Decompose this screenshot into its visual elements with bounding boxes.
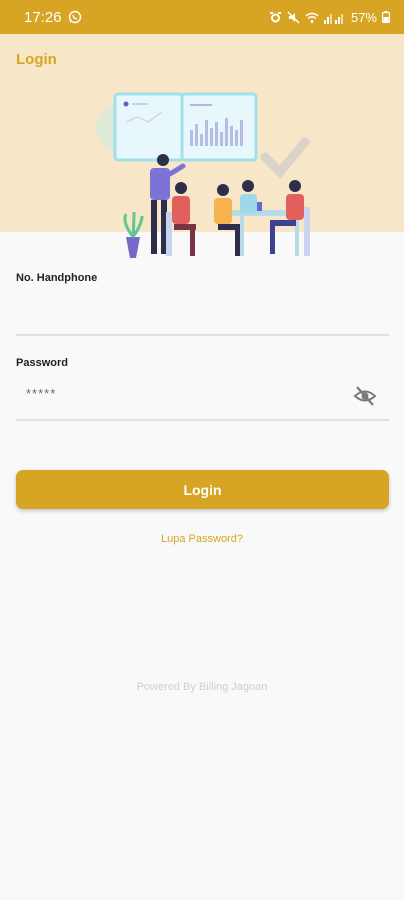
status-bar: 17:26 57% — [0, 0, 404, 34]
mute-icon — [287, 10, 300, 24]
forgot-password-link[interactable]: Lupa Password? — [0, 533, 404, 545]
password-underline — [16, 419, 389, 421]
login-button[interactable]: Login — [16, 470, 389, 509]
battery-icon — [382, 11, 390, 23]
whatsapp-icon — [68, 10, 82, 24]
alarm-icon — [269, 11, 282, 24]
status-right: 57% — [269, 10, 390, 25]
eye-off-icon[interactable] — [353, 385, 377, 412]
battery-percent: 57% — [350, 9, 377, 25]
wifi-icon — [305, 11, 319, 24]
status-left: 17:26 — [24, 9, 82, 26]
phone-input[interactable] — [16, 300, 350, 332]
signal-icon — [323, 11, 346, 24]
page-title: Login — [16, 51, 57, 68]
password-input[interactable]: ***** — [26, 386, 56, 401]
team-meeting-illustration — [90, 62, 320, 265]
phone-label: No. Handphone — [16, 272, 98, 284]
password-label: Password — [16, 357, 68, 369]
footer-powered-by: Powered By Billing Jagoan — [136, 681, 268, 693]
phone-underline — [16, 334, 389, 336]
status-time: 17:26 — [24, 8, 62, 26]
header: Login — [0, 34, 404, 258]
